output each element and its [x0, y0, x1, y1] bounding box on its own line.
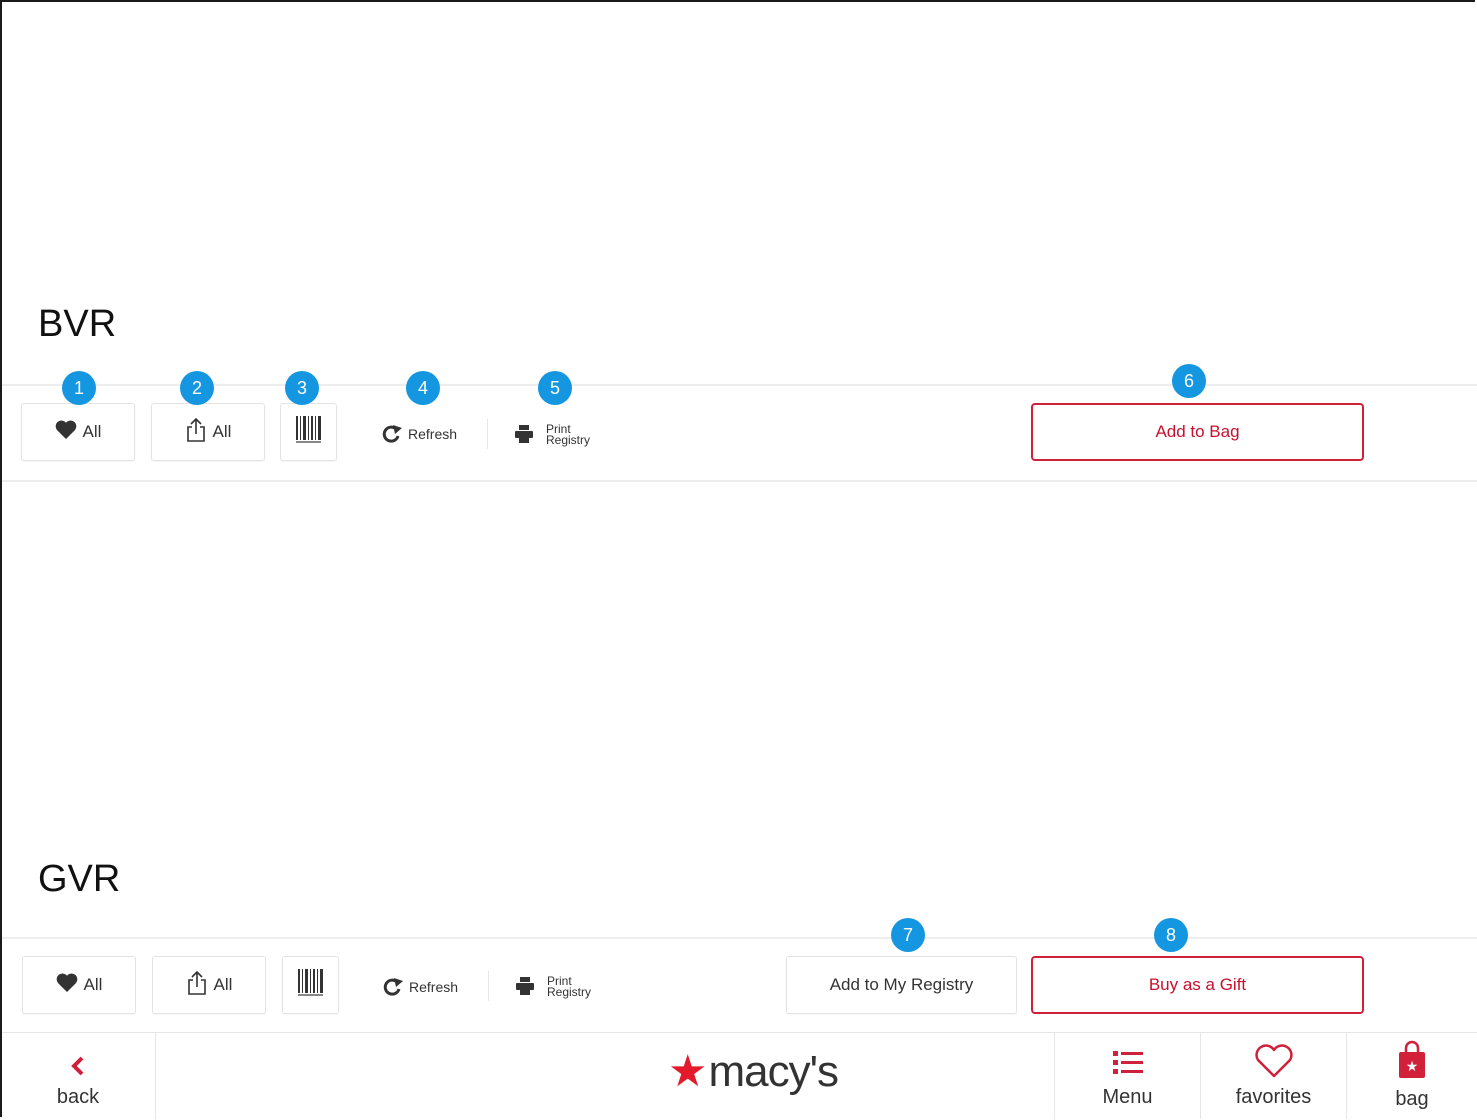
annotation-badge-6: 6 [1172, 364, 1206, 398]
heart-outline-icon [1254, 1044, 1294, 1084]
print-label-line2: Registry [547, 985, 592, 999]
share-all-button[interactable]: All [152, 956, 266, 1014]
annotation-badge-7: 7 [891, 918, 925, 952]
favorite-all-button[interactable]: All [22, 956, 136, 1014]
printer-icon [515, 976, 535, 998]
refresh-button[interactable]: Refresh [382, 975, 458, 999]
shopping-bag-icon: ★ [1398, 1040, 1426, 1086]
barcode-button[interactable] [282, 956, 339, 1014]
section-label-bvr: BVR [38, 303, 117, 345]
star-icon: ★ [668, 1047, 707, 1096]
refresh-icon [381, 423, 403, 446]
bag-label: bag [1395, 1088, 1429, 1110]
toolbar-divider [488, 971, 489, 1001]
add-to-registry-label: Add to My Registry [829, 975, 974, 994]
heart-icon [56, 973, 78, 997]
logo-text: macy's [708, 1046, 839, 1096]
share-all-label: All [212, 422, 232, 441]
macys-logo[interactable]: ★ macy's [668, 1046, 839, 1097]
barcode-icon [297, 968, 325, 1003]
favorite-all-button[interactable]: All [21, 403, 135, 461]
refresh-button[interactable]: Refresh [381, 422, 457, 446]
favorite-all-label: All [83, 975, 103, 994]
barcode-icon [295, 415, 323, 450]
nav-separator [155, 1032, 156, 1119]
svg-text:★: ★ [1406, 1059, 1419, 1075]
favorites-button[interactable]: favorites [1201, 1032, 1346, 1119]
chevron-left-icon [71, 1056, 85, 1082]
back-button[interactable]: back [2, 1032, 154, 1119]
annotation-badge-8: 8 [1154, 918, 1188, 952]
buy-as-gift-label: Buy as a Gift [1148, 975, 1247, 994]
print-registry-button[interactable]: Print Registry [515, 972, 591, 1002]
annotation-badge-4: 4 [406, 371, 440, 405]
buy-as-gift-button[interactable]: Buy as a Gift [1031, 956, 1364, 1014]
toolbar-divider [487, 419, 488, 449]
annotation-badge-5: 5 [538, 371, 572, 405]
refresh-label: Refresh [409, 979, 459, 995]
print-label-line2: Registry [546, 433, 591, 447]
back-label: back [56, 1086, 100, 1108]
add-to-bag-label: Add to Bag [1155, 422, 1240, 441]
heart-icon [55, 420, 77, 444]
share-icon [185, 417, 207, 447]
refresh-icon [382, 976, 404, 999]
share-all-button[interactable]: All [151, 403, 265, 461]
menu-icon [1112, 1050, 1143, 1082]
add-to-registry-button[interactable]: Add to My Registry [786, 956, 1017, 1014]
printer-icon [514, 424, 534, 446]
favorites-label: favorites [1235, 1086, 1312, 1108]
menu-button[interactable]: Menu [1055, 1032, 1200, 1119]
refresh-label: Refresh [408, 426, 458, 442]
share-icon [186, 970, 208, 1000]
bag-button[interactable]: ★ bag [1347, 1032, 1477, 1119]
menu-label: Menu [1102, 1086, 1153, 1108]
barcode-button[interactable] [280, 403, 337, 461]
section-label-gvr: GVR [38, 858, 121, 900]
favorite-all-label: All [82, 422, 102, 441]
print-registry-button[interactable]: Print Registry [514, 420, 590, 450]
add-to-bag-button[interactable]: Add to Bag [1031, 403, 1364, 461]
annotation-badge-3: 3 [285, 371, 319, 405]
share-all-label: All [213, 975, 233, 994]
annotation-badge-2: 2 [180, 371, 214, 405]
annotation-badge-1: 1 [62, 371, 96, 405]
